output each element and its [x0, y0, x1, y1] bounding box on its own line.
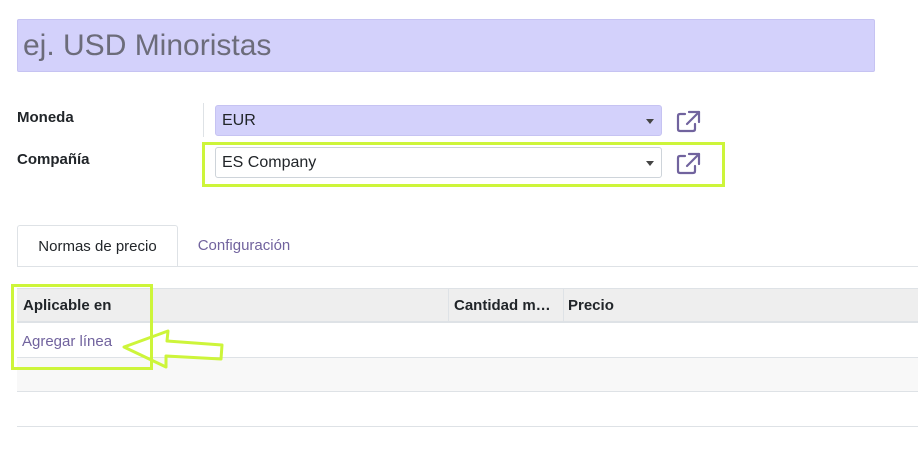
tabs-divider	[17, 266, 918, 267]
caret-down-icon[interactable]	[646, 161, 654, 166]
column-applicable-on[interactable]: Aplicable en	[23, 289, 443, 322]
company-select-value: ES Company	[222, 154, 317, 171]
column-divider	[563, 289, 564, 322]
add-line-link[interactable]: Agregar línea	[22, 333, 112, 350]
external-link-icon[interactable]	[676, 151, 702, 175]
company-select[interactable]: ES Company	[215, 147, 662, 178]
company-label: Compañía	[17, 151, 90, 168]
label-separator	[203, 103, 204, 137]
table-row-divider	[17, 391, 918, 392]
column-min-quantity[interactable]: Cantidad m…	[454, 289, 562, 322]
tab-price-rules[interactable]: Normas de precio	[17, 225, 178, 267]
table-header: Aplicable en Cantidad m… Precio	[17, 288, 918, 323]
currency-label: Moneda	[17, 109, 74, 126]
table-row-divider	[17, 426, 918, 427]
left-arrow-annotation	[122, 329, 224, 369]
pricelist-name-input[interactable]	[18, 20, 874, 71]
caret-down-icon[interactable]	[646, 119, 654, 124]
tab-configuration[interactable]: Configuración	[178, 225, 310, 267]
currency-select-value: EUR	[222, 112, 256, 129]
external-link-icon[interactable]	[676, 109, 702, 133]
currency-select[interactable]: EUR	[215, 105, 662, 136]
column-price[interactable]: Precio	[568, 289, 868, 322]
pricelist-name-field[interactable]	[17, 19, 875, 72]
column-divider	[448, 289, 449, 322]
